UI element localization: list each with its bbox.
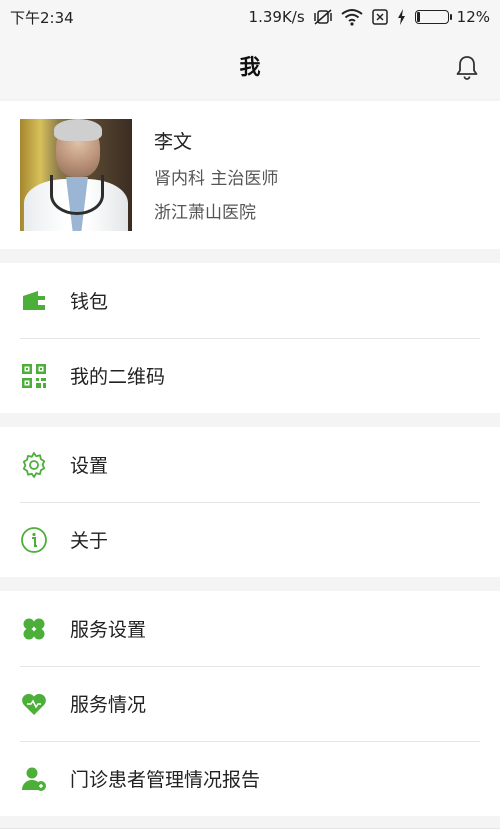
menu-label-outpatient-report: 门诊患者管理情况报告 [70, 769, 261, 791]
wifi-icon [341, 8, 363, 26]
bottom-tab-bar [0, 828, 500, 838]
menu-label-wallet: 钱包 [70, 291, 109, 313]
battery-fill [416, 12, 421, 22]
status-indicators: 1.39K/s 12% [249, 8, 490, 26]
menu-label-about: 关于 [70, 530, 109, 552]
heart-icon [20, 690, 48, 718]
info-icon [20, 526, 48, 554]
bell-icon[interactable] [454, 54, 480, 80]
profile-card[interactable]: 李文 肾内科 主治医师 浙江萧山医院 [0, 101, 500, 249]
doctor-name: 李文 [154, 131, 193, 153]
menu-item-wallet[interactable]: 钱包 [0, 263, 500, 338]
doctor-department-title: 肾内科 主治医师 [154, 169, 279, 189]
no-sim-icon [371, 8, 389, 26]
menu-group-app: 设置 关于 [0, 427, 500, 577]
menu-label-service-status: 服务情况 [70, 694, 147, 716]
menu-group-account: 钱包 我的二维码 [0, 263, 500, 413]
gear-icon [20, 451, 48, 479]
avatar [20, 119, 132, 231]
qr-code-icon [20, 362, 48, 390]
menu-item-qr-code[interactable]: 我的二维码 [0, 338, 500, 413]
menu-item-about[interactable]: 关于 [0, 502, 500, 577]
doctor-hospital: 浙江萧山医院 [154, 203, 256, 223]
battery-percent: 12% [456, 8, 490, 26]
menu-label-qr-code: 我的二维码 [70, 366, 166, 388]
menu-item-outpatient-report[interactable]: 门诊患者管理情况报告 [0, 741, 500, 816]
status-bar: 下午2:34 1.39K/s 12% [0, 0, 500, 34]
network-speed: 1.39K/s [248, 8, 305, 26]
menu-group-service: 服务设置 服务情况 门诊患者管理情况报告 [0, 591, 500, 816]
menu-item-service-settings[interactable]: 服务设置 [0, 591, 500, 666]
profile-info: 李文 肾内科 主治医师 浙江萧山医院 [154, 127, 278, 223]
menu-item-service-status[interactable]: 服务情况 [0, 666, 500, 741]
vibrate-off-icon [313, 8, 333, 26]
wallet-icon [20, 287, 48, 315]
page-title: 我 [239, 55, 261, 79]
clover-icon [20, 615, 48, 643]
patient-report-icon [20, 765, 48, 793]
title-bar: 我 [0, 34, 500, 98]
menu-label-settings: 设置 [70, 455, 109, 477]
charging-icon [397, 9, 407, 25]
status-time: 下午2:34 [10, 8, 74, 27]
menu-label-service-settings: 服务设置 [70, 619, 147, 641]
menu-item-settings[interactable]: 设置 [0, 427, 500, 502]
battery-icon [414, 10, 452, 24]
